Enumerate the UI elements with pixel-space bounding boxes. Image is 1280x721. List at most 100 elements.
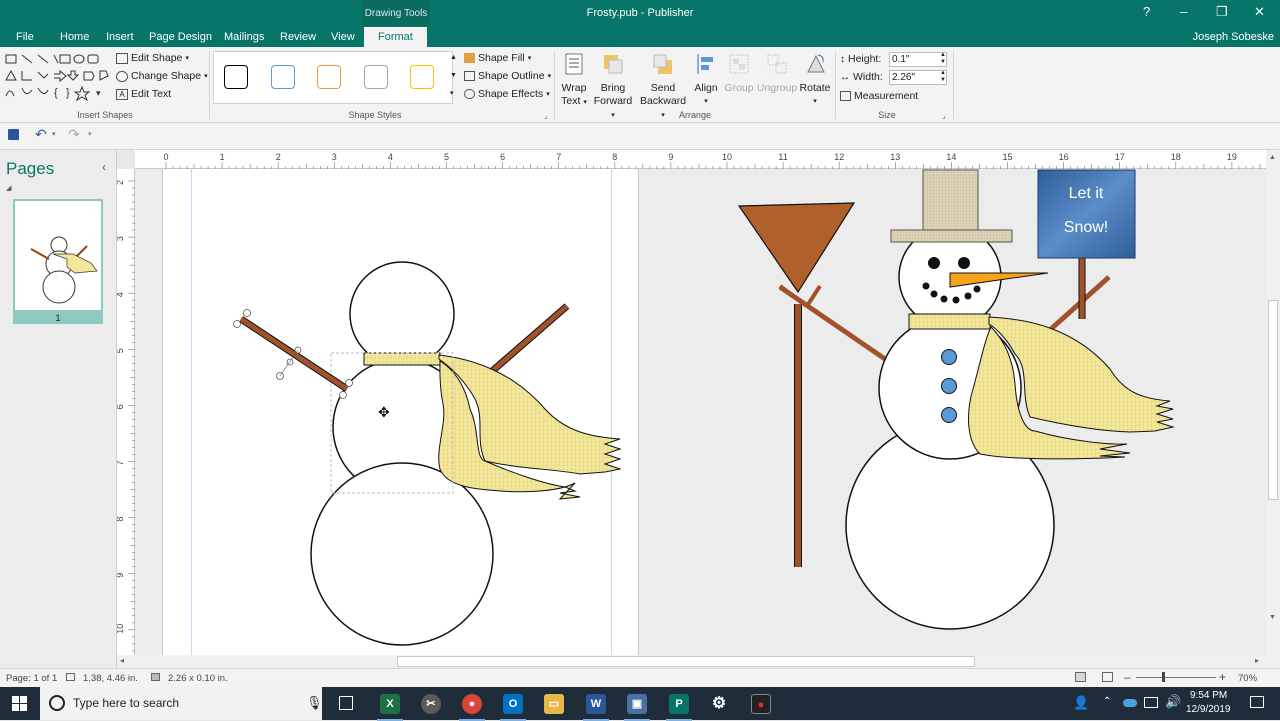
group-button[interactable]: Group (723, 52, 755, 95)
outlook-taskbar-icon[interactable]: O (500, 694, 526, 721)
excel-taskbar-icon[interactable]: X (377, 694, 403, 721)
undo-icon[interactable]: ↶ (35, 126, 47, 143)
onedrive-icon[interactable] (1123, 699, 1137, 707)
clock-date[interactable]: 12/9/2019 (1186, 704, 1231, 715)
style-swatch-blue[interactable] (271, 65, 295, 89)
dialog-launcher-icon[interactable]: ⌟ (942, 111, 946, 120)
width-spinner-icon[interactable]: ▲ ▼ (940, 70, 946, 84)
zoom-level[interactable]: 70% (1238, 673, 1257, 684)
tab-insert[interactable]: Insert (106, 31, 134, 43)
notifications-icon[interactable] (1250, 696, 1264, 708)
people-icon[interactable]: 👤 (1073, 695, 1089, 711)
let-it-snow-sign[interactable] (1037, 169, 1136, 259)
shape-outline-button[interactable]: Shape Outline ▾ (464, 70, 551, 82)
undo-dropdown-icon[interactable]: ▾ (52, 130, 56, 138)
right-scarf-neck[interactable] (908, 313, 991, 330)
canvas-workspace[interactable]: ✥ Let it Snow! (135, 169, 1266, 655)
file-explorer-taskbar-icon[interactable]: ▭ (544, 694, 564, 714)
two-page-view-icon[interactable] (1102, 672, 1113, 682)
user-name[interactable]: Joseph Sobeske (1193, 31, 1274, 43)
settings-gear-icon[interactable]: ⚙ (709, 694, 729, 714)
help-icon[interactable]: ? (1143, 4, 1150, 19)
tab-review[interactable]: Review (280, 31, 316, 43)
broom-head[interactable] (737, 202, 856, 294)
height-input[interactable]: 0.1" (889, 52, 947, 67)
style-swatch-gold[interactable] (410, 65, 434, 89)
style-swatch-orange[interactable] (317, 65, 341, 89)
dialog-launcher-icon[interactable]: ⌟ (544, 111, 548, 120)
taskbar-search-box[interactable]: Type here to search 🎙 (40, 687, 323, 720)
zoom-out-icon[interactable]: – (1124, 670, 1131, 684)
tab-page-design[interactable]: Page Design (149, 31, 212, 43)
left-snowman[interactable]: ✥ (233, 261, 622, 646)
hat-brim[interactable] (890, 229, 1013, 243)
collapse-pane-icon[interactable]: ‹ (102, 160, 106, 174)
shapes-gallery[interactable]: {} ▾ (4, 52, 110, 104)
zoom-in-icon[interactable]: + (1219, 670, 1226, 684)
scroll-up-icon[interactable]: ▲ (1269, 154, 1276, 161)
page-indicator[interactable]: Page: 1 of 1 (6, 673, 57, 684)
measurement-button[interactable]: Measurement (840, 90, 918, 102)
scroll-left-icon[interactable]: ◂ (120, 656, 124, 665)
zoom-slider-thumb[interactable] (1162, 672, 1165, 682)
vertical-scroll-thumb[interactable] (1268, 300, 1278, 500)
width-input[interactable]: 2.26" (889, 70, 947, 85)
horizontal-ruler[interactable]: 0 1 2 3 4 5 6 7 8 9 10 11 12 13 14 15 16 17 18 19 (135, 150, 1275, 169)
clock-time[interactable]: 9:54 PM (1190, 690, 1227, 701)
tab-format[interactable]: Format (364, 27, 427, 47)
chrome-taskbar-icon[interactable]: ● (459, 694, 485, 721)
volume-icon[interactable]: 🔊 (1165, 694, 1181, 710)
ungroup-button[interactable]: Ungroup (756, 52, 798, 95)
height-spinner-icon[interactable]: ▲ ▼ (940, 52, 946, 66)
restore-button[interactable]: ❐ (1216, 4, 1228, 20)
align-button[interactable]: Align ▾ (691, 52, 721, 108)
hat-crown[interactable] (922, 169, 979, 231)
recorder-taskbar-icon[interactable]: ● (751, 694, 771, 714)
show-hidden-icons[interactable]: ⌃ (1103, 696, 1111, 707)
shape-effects-button[interactable]: Shape Effects ▾ (464, 88, 550, 100)
scroll-down-icon[interactable]: ▼ (1269, 614, 1276, 621)
customize-qat-icon[interactable]: ▾ (88, 130, 92, 138)
network-icon[interactable] (1144, 697, 1158, 708)
style-swatch-black[interactable] (224, 65, 248, 89)
scroll-right-icon[interactable]: ▸ (1255, 656, 1259, 665)
gallery-scroll-down-icon[interactable]: ▼ (450, 72, 457, 79)
snowman-base-shape[interactable] (310, 462, 494, 646)
tab-mailings[interactable]: Mailings (224, 31, 264, 43)
vertical-scrollbar[interactable]: ▲ ▼ (1266, 150, 1280, 668)
publisher-taskbar-icon[interactable]: P (666, 694, 692, 721)
horizontal-scroll-thumb[interactable] (397, 656, 975, 667)
redo-icon[interactable]: ↷ (68, 126, 80, 143)
remote-desktop-taskbar-icon[interactable]: ▣ (624, 694, 650, 721)
tab-file[interactable]: File (16, 31, 34, 43)
edit-text-button[interactable]: A Edit Text (116, 88, 171, 100)
shape-styles-gallery[interactable]: ▲ ▼ ▾ (213, 51, 457, 104)
windows-start-icon[interactable] (12, 696, 27, 711)
wrap-text-button[interactable]: Wrap Text ▾ (558, 52, 590, 109)
gallery-more-icon[interactable]: ▾ (450, 89, 454, 97)
expand-triangle-icon[interactable]: ◢ (6, 184, 11, 192)
page-thumbnail[interactable] (13, 199, 103, 312)
microphone-icon[interactable]: 🎙 (306, 695, 323, 711)
style-swatch-gray[interactable] (364, 65, 388, 89)
vertical-ruler[interactable]: 2 3 4 5 6 7 8 9 10 (115, 169, 135, 680)
change-shape-button[interactable]: Change Shape ▾ (116, 70, 208, 82)
minimize-button[interactable]: – (1180, 4, 1187, 19)
task-view-icon[interactable] (339, 696, 353, 710)
bring-forward-button[interactable]: Bring Forward ▾ (592, 52, 634, 122)
tab-home[interactable]: Home (60, 31, 89, 43)
snipping-taskbar-icon[interactable]: ✂ (421, 694, 441, 714)
shape-fill-button[interactable]: Shape Fill ▾ (464, 52, 531, 64)
word-taskbar-icon[interactable]: W (583, 694, 609, 721)
right-snowman[interactable]: Let it Snow! (737, 169, 1175, 630)
single-page-view-icon[interactable] (1075, 672, 1086, 682)
save-icon[interactable] (8, 129, 19, 140)
gallery-scroll-up-icon[interactable]: ▲ (450, 54, 457, 61)
tab-view[interactable]: View (331, 31, 355, 43)
horizontal-scrollbar[interactable]: ◂ ▸ (117, 655, 1266, 668)
scarf-neck-shape[interactable] (363, 352, 441, 366)
rotate-button[interactable]: Rotate ▾ (799, 52, 831, 108)
close-button[interactable]: ✕ (1254, 4, 1265, 20)
zoom-slider[interactable] (1136, 677, 1216, 678)
edit-shape-button[interactable]: Edit Shape ▾ (116, 52, 189, 64)
